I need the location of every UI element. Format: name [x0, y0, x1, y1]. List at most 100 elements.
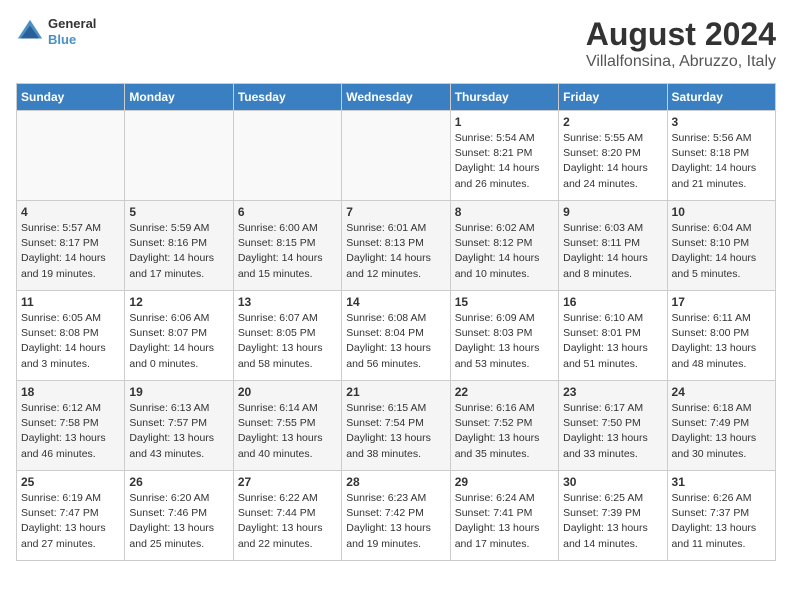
- day-number: 19: [129, 385, 228, 399]
- day-number: 5: [129, 205, 228, 219]
- calendar-cell: [233, 111, 341, 201]
- day-number: 31: [672, 475, 771, 489]
- calendar-cell: 4 Sunrise: 5:57 AM Sunset: 8:17 PM Daylig…: [17, 201, 125, 291]
- day-number: 1: [455, 115, 554, 129]
- calendar-cell: 3 Sunrise: 5:56 AM Sunset: 8:18 PM Daylig…: [667, 111, 775, 201]
- calendar-cell: 14 Sunrise: 6:08 AM Sunset: 8:04 PM Dayli…: [342, 291, 450, 381]
- day-number: 16: [563, 295, 662, 309]
- day-info: Sunrise: 6:26 AM Sunset: 7:37 PM Dayligh…: [672, 491, 771, 552]
- day-info: Sunrise: 6:05 AM Sunset: 8:08 PM Dayligh…: [21, 311, 120, 372]
- day-number: 4: [21, 205, 120, 219]
- day-number: 12: [129, 295, 228, 309]
- calendar-cell: 15 Sunrise: 6:09 AM Sunset: 8:03 PM Dayli…: [450, 291, 558, 381]
- header-thursday: Thursday: [450, 84, 558, 111]
- calendar-cell: 7Sunrise: 6:01 AM Sunset: 8:13 PM Daylig…: [342, 201, 450, 291]
- day-info: Sunrise: 6:12 AM Sunset: 7:58 PM Dayligh…: [21, 401, 120, 462]
- logo-icon: [16, 18, 44, 46]
- calendar-week-row: 4 Sunrise: 5:57 AM Sunset: 8:17 PM Daylig…: [17, 201, 776, 291]
- calendar-cell: 9 Sunrise: 6:03 AM Sunset: 8:11 PM Daylig…: [559, 201, 667, 291]
- day-info: Sunrise: 6:07 AM Sunset: 8:05 PM Dayligh…: [238, 311, 337, 372]
- day-number: 26: [129, 475, 228, 489]
- day-number: 17: [672, 295, 771, 309]
- day-info: Sunrise: 6:23 AM Sunset: 7:42 PM Dayligh…: [346, 491, 445, 552]
- calendar-cell: 25Sunrise: 6:19 AM Sunset: 7:47 PM Dayli…: [17, 471, 125, 561]
- day-number: 13: [238, 295, 337, 309]
- day-number: 15: [455, 295, 554, 309]
- day-number: 22: [455, 385, 554, 399]
- day-info: Sunrise: 6:22 AM Sunset: 7:44 PM Dayligh…: [238, 491, 337, 552]
- calendar-cell: 27 Sunrise: 6:22 AM Sunset: 7:44 PM Dayli…: [233, 471, 341, 561]
- calendar-cell: 10Sunrise: 6:04 AM Sunset: 8:10 PM Dayli…: [667, 201, 775, 291]
- header-wednesday: Wednesday: [342, 84, 450, 111]
- day-number: 30: [563, 475, 662, 489]
- day-info: Sunrise: 6:13 AM Sunset: 7:57 PM Dayligh…: [129, 401, 228, 462]
- calendar-cell: 18 Sunrise: 6:12 AM Sunset: 7:58 PM Dayli…: [17, 381, 125, 471]
- calendar-header-row: SundayMondayTuesdayWednesdayThursdayFrid…: [17, 84, 776, 111]
- title-block: August 2024 Villalfonsina, Abruzzo, Ital…: [586, 16, 776, 71]
- calendar-cell: 31 Sunrise: 6:26 AM Sunset: 7:37 PM Dayli…: [667, 471, 775, 561]
- calendar-week-row: 11 Sunrise: 6:05 AM Sunset: 8:08 PM Dayli…: [17, 291, 776, 381]
- day-number: 9: [563, 205, 662, 219]
- calendar-cell: 5Sunrise: 5:59 AM Sunset: 8:16 PM Daylig…: [125, 201, 233, 291]
- calendar-cell: 29Sunrise: 6:24 AM Sunset: 7:41 PM Dayli…: [450, 471, 558, 561]
- day-info: Sunrise: 6:03 AM Sunset: 8:11 PM Dayligh…: [563, 221, 662, 282]
- day-info: Sunrise: 6:10 AM Sunset: 8:01 PM Dayligh…: [563, 311, 662, 372]
- calendar-cell: [125, 111, 233, 201]
- calendar-subtitle: Villalfonsina, Abruzzo, Italy: [586, 53, 776, 71]
- calendar-cell: 12Sunrise: 6:06 AM Sunset: 8:07 PM Dayli…: [125, 291, 233, 381]
- day-number: 10: [672, 205, 771, 219]
- day-number: 27: [238, 475, 337, 489]
- day-info: Sunrise: 6:14 AM Sunset: 7:55 PM Dayligh…: [238, 401, 337, 462]
- day-info: Sunrise: 6:16 AM Sunset: 7:52 PM Dayligh…: [455, 401, 554, 462]
- day-info: Sunrise: 6:17 AM Sunset: 7:50 PM Dayligh…: [563, 401, 662, 462]
- day-info: Sunrise: 5:55 AM Sunset: 8:20 PM Dayligh…: [563, 131, 662, 192]
- calendar-title: August 2024: [586, 16, 776, 53]
- day-info: Sunrise: 5:57 AM Sunset: 8:17 PM Dayligh…: [21, 221, 120, 282]
- calendar-cell: 19 Sunrise: 6:13 AM Sunset: 7:57 PM Dayli…: [125, 381, 233, 471]
- day-number: 6: [238, 205, 337, 219]
- day-number: 21: [346, 385, 445, 399]
- day-number: 3: [672, 115, 771, 129]
- calendar-cell: 1 Sunrise: 5:54 AM Sunset: 8:21 PM Daylig…: [450, 111, 558, 201]
- calendar-cell: 26 Sunrise: 6:20 AM Sunset: 7:46 PM Dayli…: [125, 471, 233, 561]
- calendar-cell: 30 Sunrise: 6:25 AM Sunset: 7:39 PM Dayli…: [559, 471, 667, 561]
- day-number: 11: [21, 295, 120, 309]
- day-info: Sunrise: 6:20 AM Sunset: 7:46 PM Dayligh…: [129, 491, 228, 552]
- header-saturday: Saturday: [667, 84, 775, 111]
- calendar-cell: 22 Sunrise: 6:16 AM Sunset: 7:52 PM Dayli…: [450, 381, 558, 471]
- calendar-cell: 21 Sunrise: 6:15 AM Sunset: 7:54 PM Dayli…: [342, 381, 450, 471]
- day-info: Sunrise: 6:18 AM Sunset: 7:49 PM Dayligh…: [672, 401, 771, 462]
- header-friday: Friday: [559, 84, 667, 111]
- logo: General Blue: [16, 16, 96, 47]
- day-info: Sunrise: 6:11 AM Sunset: 8:00 PM Dayligh…: [672, 311, 771, 372]
- calendar-week-row: 1 Sunrise: 5:54 AM Sunset: 8:21 PM Daylig…: [17, 111, 776, 201]
- day-number: 24: [672, 385, 771, 399]
- calendar-week-row: 18 Sunrise: 6:12 AM Sunset: 7:58 PM Dayli…: [17, 381, 776, 471]
- day-info: Sunrise: 6:09 AM Sunset: 8:03 PM Dayligh…: [455, 311, 554, 372]
- day-number: 14: [346, 295, 445, 309]
- calendar-cell: 8Sunrise: 6:02 AM Sunset: 8:12 PM Daylig…: [450, 201, 558, 291]
- calendar-week-row: 25Sunrise: 6:19 AM Sunset: 7:47 PM Dayli…: [17, 471, 776, 561]
- calendar-cell: 20 Sunrise: 6:14 AM Sunset: 7:55 PM Dayli…: [233, 381, 341, 471]
- day-number: 20: [238, 385, 337, 399]
- day-number: 28: [346, 475, 445, 489]
- header-sunday: Sunday: [17, 84, 125, 111]
- day-info: Sunrise: 5:54 AM Sunset: 8:21 PM Dayligh…: [455, 131, 554, 192]
- page-header: General Blue August 2024 Villalfonsina, …: [16, 16, 776, 71]
- day-info: Sunrise: 5:56 AM Sunset: 8:18 PM Dayligh…: [672, 131, 771, 192]
- day-info: Sunrise: 6:15 AM Sunset: 7:54 PM Dayligh…: [346, 401, 445, 462]
- calendar-cell: [342, 111, 450, 201]
- day-info: Sunrise: 6:08 AM Sunset: 8:04 PM Dayligh…: [346, 311, 445, 372]
- calendar-cell: 16 Sunrise: 6:10 AM Sunset: 8:01 PM Dayli…: [559, 291, 667, 381]
- calendar-cell: 17 Sunrise: 6:11 AM Sunset: 8:00 PM Dayli…: [667, 291, 775, 381]
- header-tuesday: Tuesday: [233, 84, 341, 111]
- day-number: 23: [563, 385, 662, 399]
- day-info: Sunrise: 6:02 AM Sunset: 8:12 PM Dayligh…: [455, 221, 554, 282]
- calendar-cell: 28 Sunrise: 6:23 AM Sunset: 7:42 PM Dayli…: [342, 471, 450, 561]
- day-info: Sunrise: 6:25 AM Sunset: 7:39 PM Dayligh…: [563, 491, 662, 552]
- logo-text: General Blue: [48, 16, 96, 47]
- day-info: Sunrise: 6:24 AM Sunset: 7:41 PM Dayligh…: [455, 491, 554, 552]
- calendar-cell: 13 Sunrise: 6:07 AM Sunset: 8:05 PM Dayli…: [233, 291, 341, 381]
- day-number: 18: [21, 385, 120, 399]
- calendar-cell: [17, 111, 125, 201]
